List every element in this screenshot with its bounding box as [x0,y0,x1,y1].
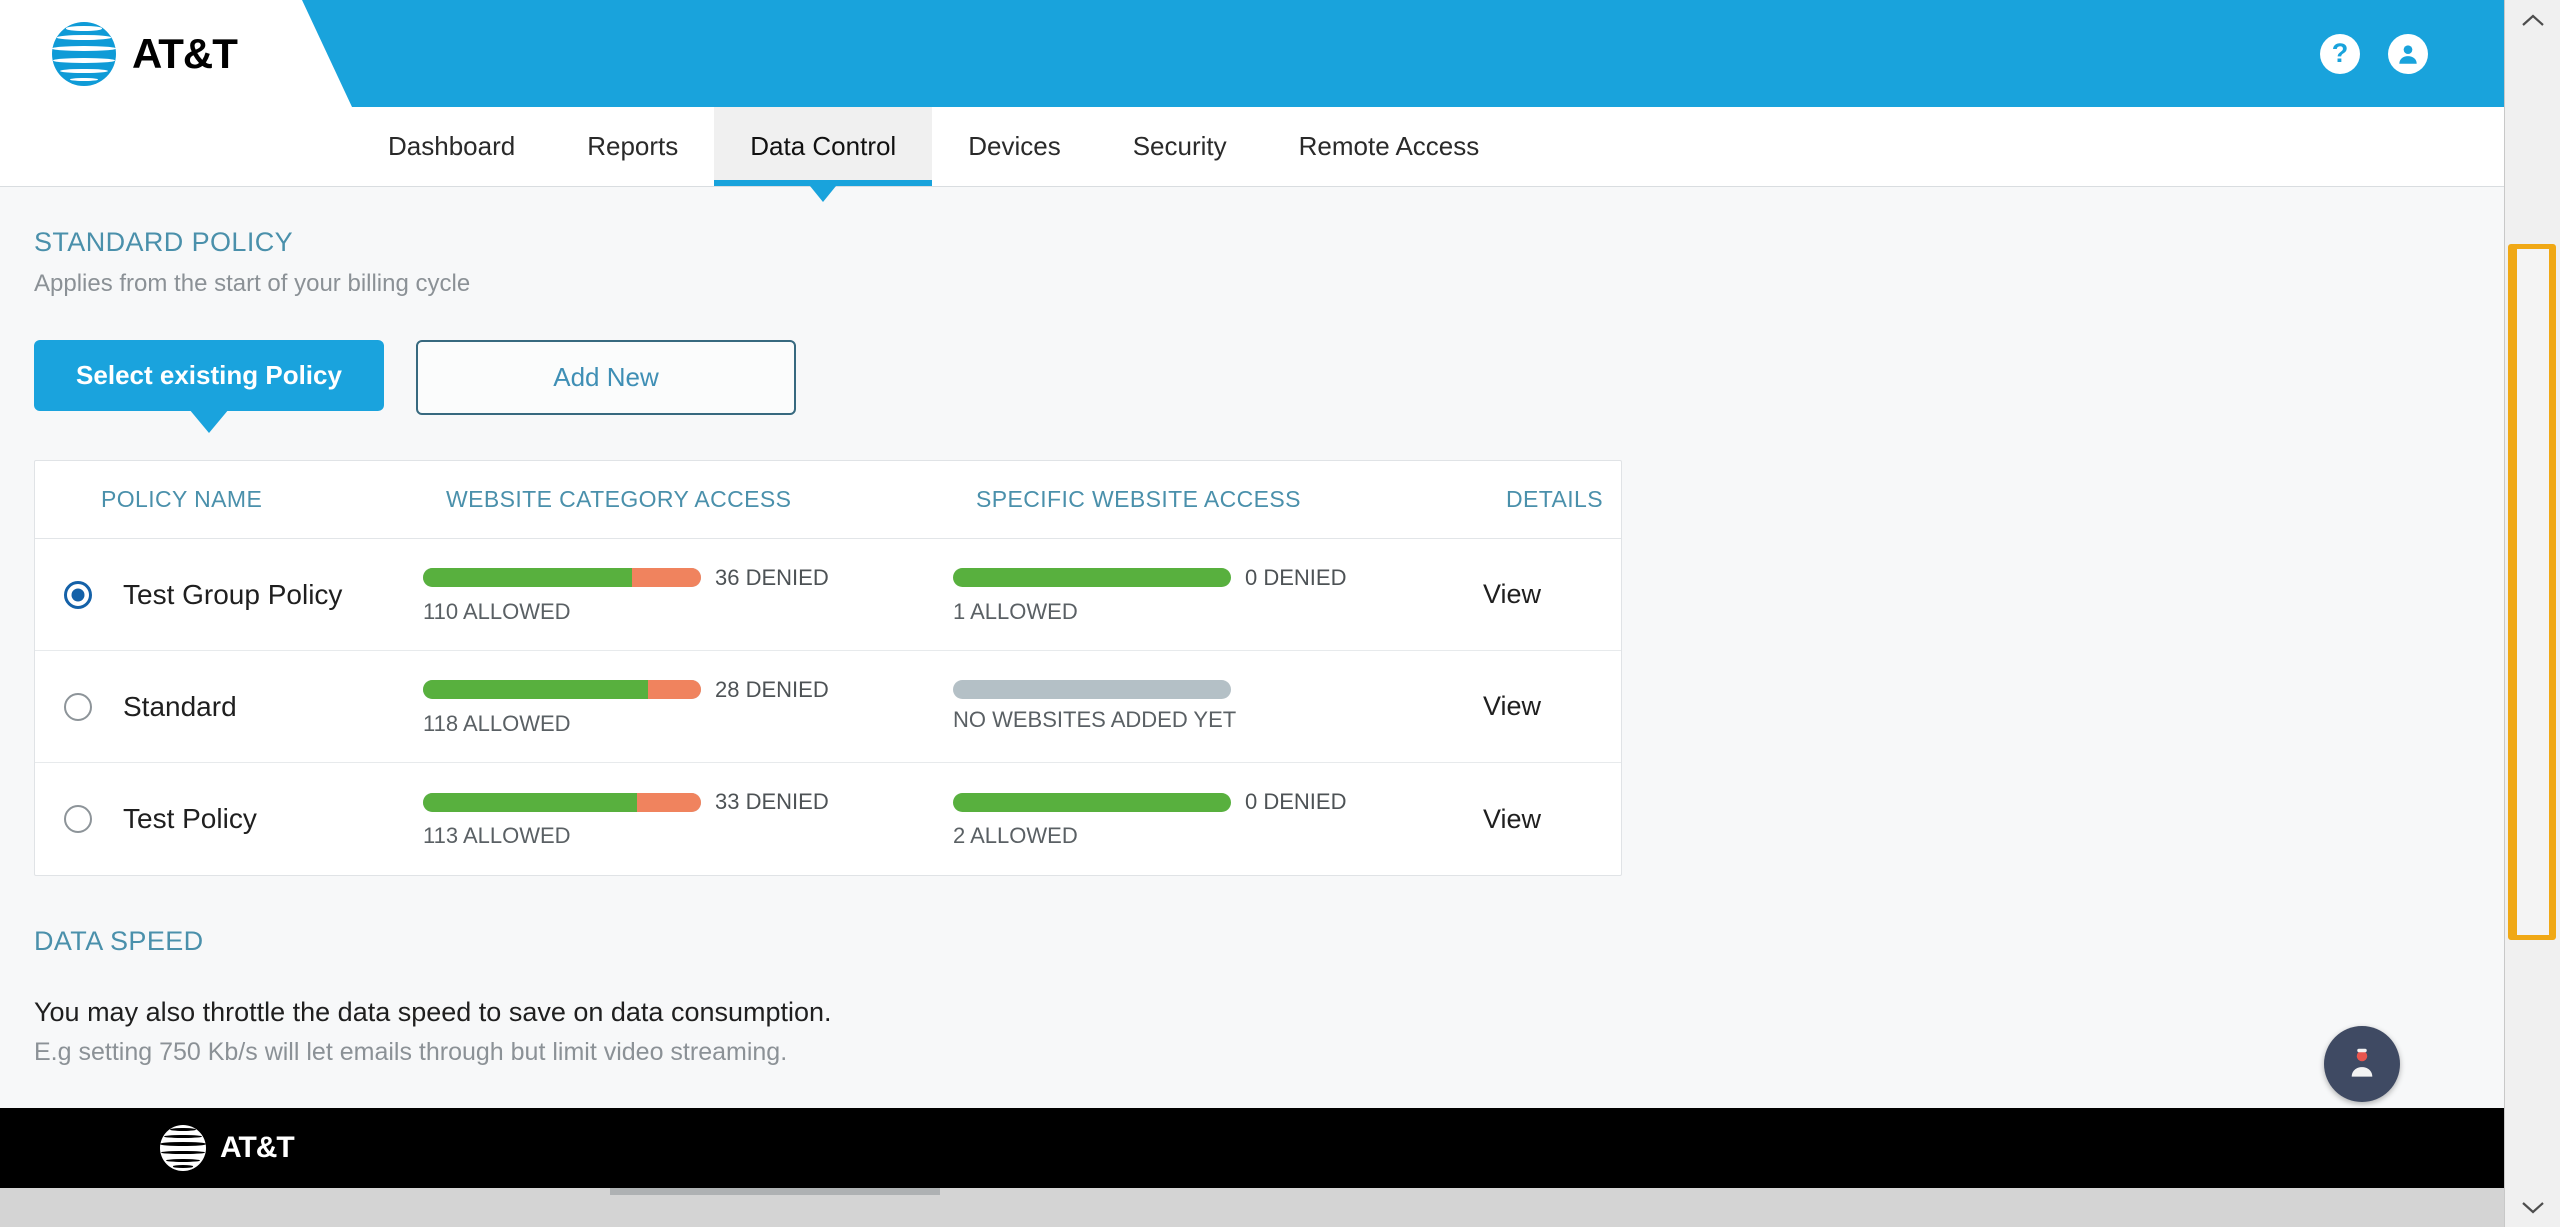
header-policy-name: POLICY NAME [101,486,263,512]
app-header: AT&T ? [0,0,2504,107]
category-bar [423,568,701,587]
standard-policy-subtitle: Applies from the start of your billing c… [34,270,471,297]
bar-allowed-segment [423,568,632,587]
data-speed-title: DATA SPEED [34,926,204,956]
scrollbar-down-arrow[interactable] [2505,1187,2560,1227]
nav-label: Devices [968,131,1061,161]
select-existing-policy-label: Select existing Policy [76,360,342,390]
specific-access-meter: 0 DENIED 1 ALLOWED [953,565,1483,625]
bar-denied-segment [637,792,701,812]
specific-empty-label: NO WEBSITES ADDED YET [953,707,1237,732]
att-globe-icon-footer [160,1125,206,1171]
bar-denied-segment [631,568,701,587]
details-view-link[interactable]: View [1483,691,1663,722]
policy-table: POLICY NAME WEBSITE CATEGORY ACCESS SPEC… [34,460,1622,876]
help-icon[interactable]: ? [2320,33,2360,74]
category-denied-label: 36 DENIED [715,564,829,590]
support-agent-icon[interactable] [2324,1026,2400,1102]
category-allowed-label: 113 ALLOWED [423,823,571,848]
policy-radio[interactable] [55,580,101,609]
table-row[interactable]: Standard 28 DENIED 118 ALLOWED NO WEBSIT… [35,651,1621,763]
select-button-caret [189,409,229,433]
category-bar [423,680,701,699]
category-denied-label: 28 DENIED [715,676,829,702]
header-icon-group: ? [2320,0,2428,107]
page-root: AT&T ? Dashboard Reports Data Control De… [0,0,2560,1227]
nav-label: Data Control [750,131,897,161]
browser-scrollbar[interactable] [2504,0,2560,1227]
header-specific-website: SPECIFIC WEBSITE ACCESS [976,486,1301,512]
browser-viewport: AT&T ? Dashboard Reports Data Control De… [0,0,2504,1227]
nav-label: Security [1132,131,1227,161]
scrollbar-up-arrow[interactable] [2505,0,2560,40]
details-view-link[interactable]: View [1483,579,1663,610]
account-icon[interactable] [2388,33,2428,74]
bar-denied-segment [648,680,701,699]
bar-allowed-segment [953,568,1231,587]
specific-denied-label: 0 DENIED [1245,789,1347,814]
main-content: STANDARD POLICY Applies from the start o… [0,227,2504,1107]
bar-allowed-segment [953,792,1231,812]
nav-item-dashboard[interactable]: Dashboard [352,107,551,186]
scrollbar-thumb[interactable] [2512,244,2554,940]
category-allowed-label: 118 ALLOWED [423,710,571,736]
specific-bar-empty [953,680,1231,699]
nav-label: Reports [587,131,679,161]
specific-allowed-label: 1 ALLOWED [953,598,1078,624]
specific-bar [953,568,1231,587]
page-footer: AT&T [0,1108,2504,1188]
bar-allowed-segment [423,680,649,699]
nav-item-reports[interactable]: Reports [551,107,714,186]
add-new-policy-label: Add New [553,362,659,392]
specific-allowed-label: 2 ALLOWED [953,823,1078,848]
nav-item-devices[interactable]: Devices [932,107,1096,186]
nav-label: Dashboard [388,131,516,161]
specific-access-meter: NO WEBSITES ADDED YET [953,680,1483,733]
category-bar [423,792,701,812]
standard-policy-title: STANDARD POLICY [34,227,294,257]
header-details: DETAILS [1506,486,1603,512]
radio-indicator-checked [64,580,92,609]
policy-radio[interactable] [55,692,101,721]
category-access-meter: 28 DENIED 118 ALLOWED [423,677,953,737]
category-denied-label: 33 DENIED [715,789,829,814]
select-existing-policy-button[interactable]: Select existing Policy [34,340,384,433]
att-globe-icon [52,22,116,86]
nav-item-data-control[interactable]: Data Control [714,107,933,202]
specific-access-meter: 0 DENIED 2 ALLOWED [953,789,1483,849]
att-logo[interactable]: AT&T [52,22,238,86]
nav-item-remote-access[interactable]: Remote Access [1263,107,1516,186]
active-tab-caret [810,186,837,202]
radio-indicator [64,805,92,833]
details-view-link[interactable]: View [1483,804,1663,835]
table-row[interactable]: Test Policy 33 DENIED 113 ALLOWED 0 DENI… [35,763,1621,875]
main-navigation: Dashboard Reports Data Control Devices S… [0,107,2504,202]
policy-radio[interactable] [55,805,101,833]
specific-denied-label: 0 DENIED [1245,564,1347,590]
brand-name: AT&T [132,30,238,77]
radio-indicator [64,692,92,721]
policy-action-buttons: Select existing Policy Add New [34,340,2504,433]
category-access-meter: 33 DENIED 113 ALLOWED [423,789,953,849]
policy-table-header: POLICY NAME WEBSITE CATEGORY ACCESS SPEC… [35,461,1621,539]
add-new-policy-button[interactable]: Add New [416,340,796,415]
data-speed-example: E.g setting 750 Kb/s will let emails thr… [34,1038,788,1066]
data-speed-description: You may also throttle the data speed to … [34,997,832,1027]
policy-name-label: Test Policy [123,803,257,834]
nav-item-security[interactable]: Security [1097,107,1263,186]
nav-label: Remote Access [1298,131,1480,161]
policy-name-label: Test Group Policy [123,578,343,610]
bar-allowed-segment [423,792,638,812]
specific-bar [953,792,1231,812]
help-glyph: ? [2331,38,2349,68]
policy-name-label: Standard [123,690,237,722]
bottom-strip [0,1188,2504,1227]
header-website-category: WEBSITE CATEGORY ACCESS [446,486,792,512]
category-allowed-label: 110 ALLOWED [423,598,571,624]
table-row[interactable]: Test Group Policy 36 DENIED 110 ALLOWED [35,539,1621,651]
footer-brand-name: AT&T [220,1131,295,1164]
category-access-meter: 36 DENIED 110 ALLOWED [423,565,953,625]
